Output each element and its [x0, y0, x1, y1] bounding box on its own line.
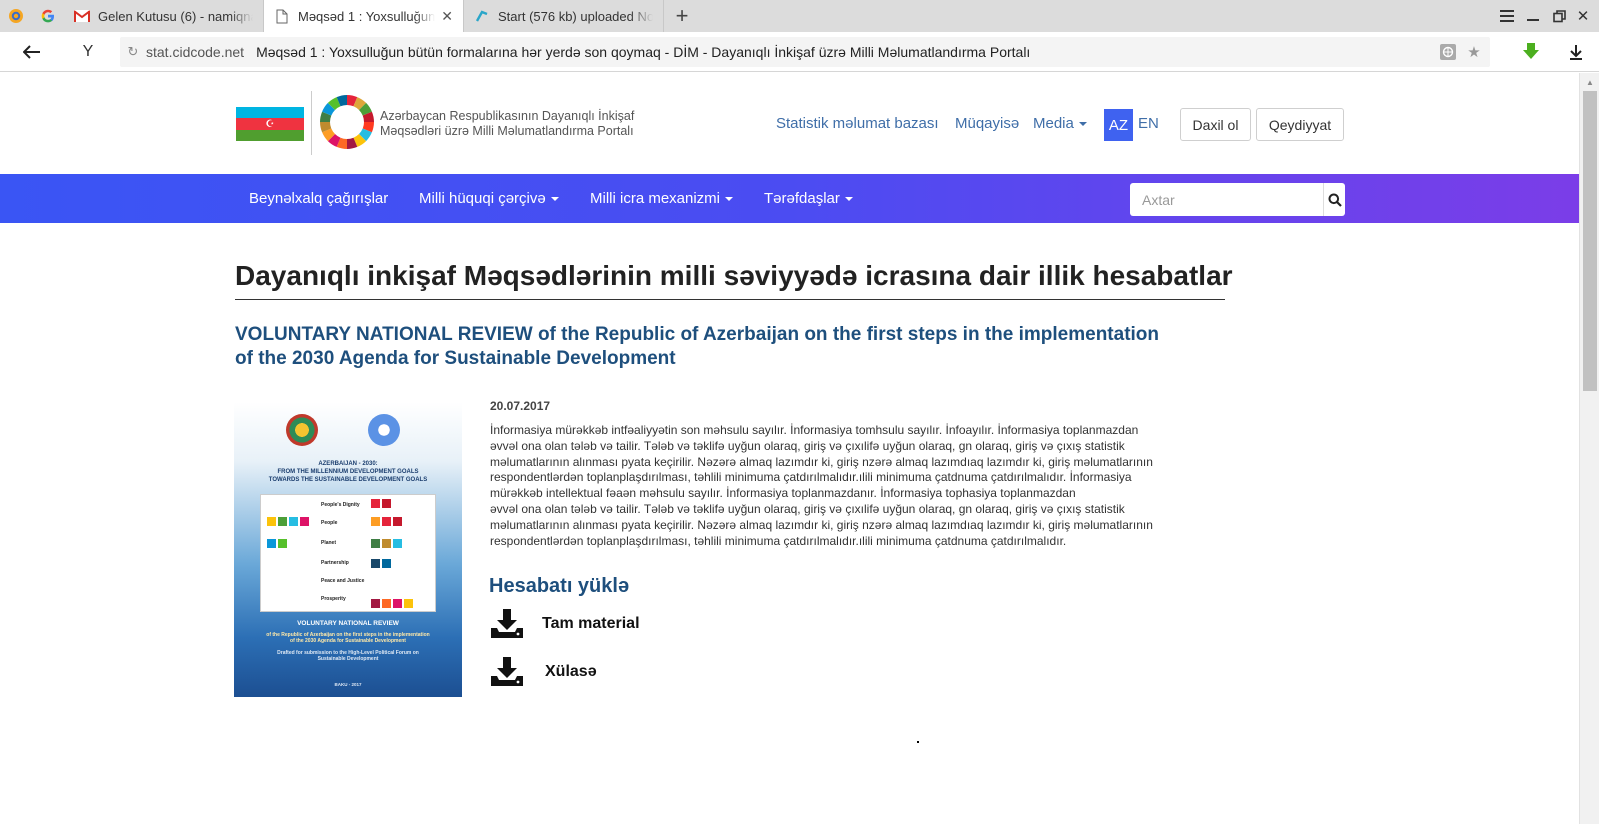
tab-label: Start (576 kb) uploaded Nov	[498, 8, 653, 24]
url-domain: stat.cidcode.net	[146, 44, 245, 60]
search-icon	[1328, 193, 1342, 207]
download-icon	[491, 657, 523, 686]
upload-icon	[474, 8, 490, 24]
report-title-line: VOLUNTARY NATIONAL REVIEW of the Republi…	[235, 324, 1160, 345]
main-navigation: Beynəlxalq çağırışlar Milli hüquqi çərçi…	[0, 174, 1579, 223]
nav-item-label: Milli icra mexanizmi	[590, 190, 721, 207]
search-button[interactable]	[1323, 183, 1345, 216]
logo-divider	[311, 91, 312, 155]
download-label: Xülasə	[545, 663, 597, 680]
cover-text-line: AZERBAIJAN - 2030:	[318, 461, 378, 467]
nav-statistical-database[interactable]: Statistik məlumat bazası	[776, 115, 939, 132]
downloads-icon[interactable]	[1558, 32, 1594, 72]
report-description: İnformasiya mürəkkəb intfəaliyyətin son …	[490, 423, 1210, 549]
lang-az-button[interactable]: AZ	[1104, 109, 1133, 141]
logo-text-line: Azərbaycan Respublikasının Dayanıqlı İnk…	[380, 109, 635, 123]
download-heading: Hesabatı yüklə	[489, 575, 630, 597]
browser-tab-bar: Gelen Kutusu (6) - namiqnan Məqsəd 1 : Y…	[0, 0, 1599, 33]
address-field[interactable]: ↻ stat.cidcode.net Məqsəd 1 : Yoxsulluğu…	[120, 37, 1490, 67]
lang-en-button[interactable]: EN	[1138, 115, 1159, 132]
download-label: Tam material	[542, 615, 640, 632]
restore-icon[interactable]	[1546, 0, 1572, 32]
search-box	[1130, 183, 1345, 216]
tab-current-page[interactable]: Məqsəd 1 : Yoxsulluğun bütün formalarına…	[264, 0, 464, 33]
description-line: məlumatlarının alınması pyata keçirilir.…	[490, 517, 1153, 532]
browser-menu-icon[interactable]	[0, 0, 32, 32]
tab-label: Gelen Kutusu (6) - namiqnan	[98, 8, 253, 24]
yandex-icon[interactable]: Y	[70, 32, 106, 72]
description-line: əvvəl ona olan tələb və tailir. Tələb və…	[490, 501, 1125, 516]
nav-legal-framework[interactable]: Milli hüquqi çərçivə	[419, 190, 559, 207]
cover-text-line: BAKU - 2017	[334, 682, 362, 687]
nav-media-label: Media	[1033, 115, 1074, 132]
nav-media[interactable]: Media	[1033, 115, 1087, 132]
site-header: ☪ Azərbaycan Respublikasının Dayanıqlı İ…	[0, 73, 1579, 174]
back-arrow-icon[interactable]	[14, 32, 50, 72]
nav-compare[interactable]: Müqayisə	[955, 115, 1019, 132]
document-icon	[274, 9, 290, 25]
cover-sdg-panel: People's Dignity People Planet Partnersh…	[260, 494, 436, 612]
cover-text-line: of the 2030 Agenda for Sustainable Devel…	[290, 638, 406, 644]
download-full-material-link[interactable]: Tam material	[490, 609, 640, 639]
nav-item-label: Tərəfdaşlar	[764, 190, 840, 207]
report-cover-image[interactable]: AZERBAIJAN - 2030: FROM THE MILLENNIUM D…	[234, 402, 462, 697]
cover-text-line: Sustainable Development	[317, 656, 379, 662]
nav-partners[interactable]: Tərəfdaşlar	[764, 190, 853, 207]
page-scrollbar[interactable]: ▲	[1579, 73, 1599, 824]
web-page: ☪ Azərbaycan Respublikasının Dayanıqlı İ…	[0, 73, 1579, 824]
scroll-up-arrow-icon[interactable]: ▲	[1580, 73, 1599, 91]
scrollbar-thumb[interactable]	[1583, 91, 1597, 391]
un-emblem-icon	[368, 414, 400, 446]
chevron-down-icon	[725, 197, 734, 202]
google-tab-icon[interactable]	[32, 0, 64, 32]
nav-implementation-mechanism[interactable]: Milli icra mexanizmi	[590, 190, 734, 207]
description-line: respondentlərdən toplanplaşdırılması, tə…	[490, 533, 1067, 548]
download-icon	[491, 609, 523, 638]
login-button[interactable]: Daxil ol	[1180, 108, 1251, 141]
cover-text-line: FROM THE MILLENNIUM DEVELOPMENT GOALS	[277, 469, 419, 475]
portal-logo-text[interactable]: Azərbaycan Respublikasının Dayanıqlı İnk…	[380, 109, 650, 139]
close-tab-icon[interactable]: ✕	[441, 8, 453, 25]
cover-panel-label: Peace and Justice	[321, 578, 365, 584]
download-summary-link[interactable]: Xülasə	[490, 657, 597, 687]
publication-date: 20.07.2017	[490, 399, 551, 413]
address-toolbar: Y ↻ stat.cidcode.net Məqsəd 1 : Yoxsullu…	[0, 32, 1599, 72]
tab-label: Məqsəd 1 : Yoxsulluğun bütün formalarına	[298, 9, 436, 24]
tab-gmail[interactable]: Gelen Kutusu (6) - namiqnan	[64, 0, 264, 32]
description-line: respondentlərdən toplanplaşdırılması, tə…	[490, 470, 1132, 485]
minimize-icon[interactable]	[1520, 0, 1546, 32]
hamburger-menu-icon[interactable]	[1494, 0, 1520, 32]
description-line: mürəkkəb intellektual fəaən məhsulu sayı…	[490, 486, 1076, 501]
azerbaijan-flag-icon: ☪	[236, 107, 304, 141]
chevron-down-icon	[550, 197, 559, 202]
page-title: Dayanıqlı inkişaf Məqsədlərinin milli sə…	[235, 260, 1233, 300]
search-input[interactable]	[1130, 183, 1323, 216]
chevron-down-icon	[844, 197, 853, 202]
logo-text-line: Məqsədləri üzrə Milli Məlumatlandırma Po…	[380, 124, 634, 138]
download-manager-icon[interactable]	[1513, 32, 1549, 72]
decorative-dot	[917, 741, 919, 743]
description-line: İnformasiya mürəkkəb intfəaliyyətin son …	[490, 423, 1139, 437]
translate-icon[interactable]	[1438, 42, 1458, 62]
sdg-wheel-icon[interactable]	[318, 93, 376, 151]
description-line: məlumatlarının alınması pyata keçirilir.…	[490, 454, 1153, 469]
cover-text-line: VOLUNTARY NATIONAL REVIEW	[297, 620, 399, 627]
reload-icon[interactable]: ↻	[120, 44, 146, 60]
nav-item-label: Milli hüquqi çərçivə	[419, 190, 546, 207]
nav-international-calls[interactable]: Beynəlxalq çağırışlar	[249, 190, 388, 207]
register-button[interactable]: Qeydiyyat	[1256, 108, 1344, 141]
gmail-icon	[74, 8, 90, 24]
bookmark-star-icon[interactable]: ★	[1464, 42, 1484, 62]
url-page-title: Məqsəd 1 : Yoxsulluğun bütün formalarına…	[256, 44, 1031, 60]
chevron-down-icon	[1078, 122, 1087, 127]
cover-text-line: TOWARDS THE SUSTAINABLE DEVELOPMENT GOAL…	[268, 477, 428, 483]
close-window-icon[interactable]: ✕	[1570, 0, 1596, 32]
new-tab-button[interactable]: +	[668, 0, 696, 32]
description-line: əvvəl ona olan tələb və tailir. Tələb və…	[490, 438, 1125, 453]
azerbaijan-emblem-icon	[286, 414, 318, 446]
report-title-line: of the 2030 Agenda for Sustainable Devel…	[235, 348, 676, 369]
tab-upload[interactable]: Start (576 kb) uploaded Nov	[464, 0, 664, 32]
report-title[interactable]: VOLUNTARY NATIONAL REVIEW of the Republi…	[235, 323, 1165, 371]
